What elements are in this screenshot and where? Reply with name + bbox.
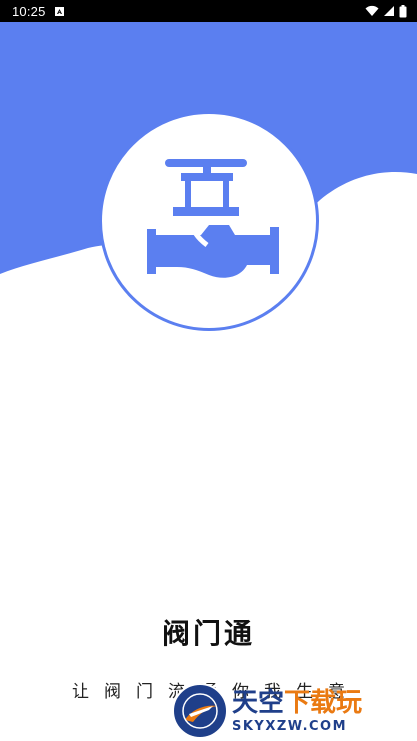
watermark-site: SKYXZW.COM — [232, 718, 348, 734]
watermark-brand-part1: 天空 — [232, 687, 285, 718]
app-title: 阀门通 — [161, 617, 255, 650]
status-icons — [365, 4, 407, 18]
battery-icon — [399, 4, 407, 17]
status-time: 10:25 — [12, 3, 46, 19]
watermark-logo — [172, 683, 228, 739]
valve-icon — [147, 159, 279, 278]
status-bar: 10:25 — [0, 0, 417, 22]
wifi-icon — [365, 5, 379, 16]
watermark: 天空下载玩 SKYXZW.COM — [172, 681, 417, 741]
signal-icon — [384, 6, 394, 16]
watermark-brand-part2: 下载玩 — [284, 687, 363, 718]
plane-icon — [182, 693, 218, 729]
logo-circle — [99, 111, 319, 331]
a-notification-icon — [54, 6, 64, 16]
